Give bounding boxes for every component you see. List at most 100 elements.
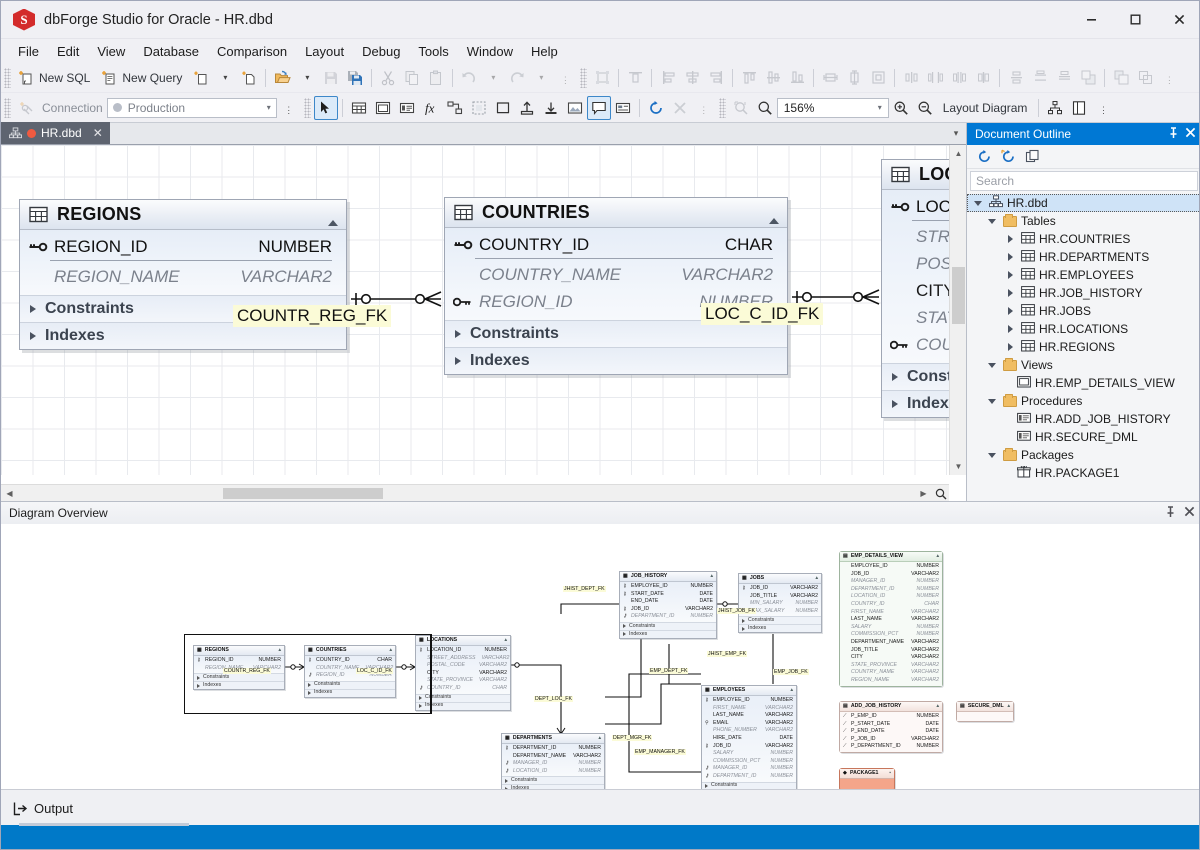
scroll-up-arrow-icon[interactable]: ▲ [950,145,966,162]
decrease-horizontal-space-button[interactable] [947,66,971,90]
minimize-button[interactable] [1069,1,1113,39]
collapse-icon[interactable]: ▴ [598,735,601,743]
tools-toolbar-grip[interactable] [303,97,311,118]
expand-arrow-icon[interactable] [1003,343,1017,351]
maximize-button[interactable] [1113,1,1157,39]
new-label-tool-button[interactable] [611,96,635,120]
output-tab[interactable]: Output [1,790,87,828]
menu-debug[interactable]: Debug [353,41,409,62]
canvas-zoom-navigator-button[interactable] [932,485,949,501]
menu-layout[interactable]: Layout [296,41,353,62]
overview-box-emp-details-view[interactable]: ▤ EMP_DETAILS_VIEW ▴ EMPLOYEE_ID NUMBER J… [839,551,943,687]
new-document-dropdown[interactable]: ▾ [213,66,237,90]
send-to-back-button[interactable] [1109,66,1133,90]
open-button[interactable] [270,66,295,90]
delete-overflow-button[interactable]: ⋮ [692,96,716,120]
align-right-button[interactable] [704,66,728,90]
new-sql-button[interactable]: New SQL [14,66,97,90]
overview-box-add-job-history[interactable]: ▤ ADD_JOB_HISTORY ▴ ⟋ P_EMP_ID NUMBER ⟋ P_S… [839,701,943,753]
page-setup-button[interactable] [1067,96,1091,120]
tree-item-hr-departments[interactable]: HR.DEPARTMENTS [967,248,1199,266]
increase-horizontal-space-button[interactable] [923,66,947,90]
align-center-horizontal-button[interactable] [680,66,704,90]
zoom-in-button[interactable] [889,96,913,120]
tree-group-views[interactable]: Views [967,356,1199,374]
collapse-toggle-countries[interactable] [769,207,779,224]
collapse-icon[interactable]: ▴ [815,575,818,583]
close-icon[interactable] [1185,127,1196,141]
align-left-button[interactable] [656,66,680,90]
tab-overflow-button[interactable]: ▾ [946,122,966,144]
tree-item-hr-secure-dml[interactable]: HR.SECURE_DML [967,428,1199,446]
same-height-button[interactable] [842,66,866,90]
menu-edit[interactable]: Edit [48,41,88,62]
tree-item-hr-employees[interactable]: HR.EMPLOYEES [967,266,1199,284]
close-icon[interactable] [1184,506,1195,520]
vertical-scroll-thumb[interactable] [952,267,965,324]
overview-box-job-history[interactable]: ▦ JOB_HISTORY ▴ ⚷ EMPLOYEE_ID NUMBER ⚷ STAR… [619,571,717,639]
overview-box-departments[interactable]: ▦ DEPARTMENTS ▴ ⚷ DEPARTMENT_ID NUMBER DEP… [501,733,605,790]
tree-item-hr-regions[interactable]: HR.REGIONS [967,338,1199,356]
save-button[interactable] [319,66,343,90]
tree-group-tables[interactable]: Tables [967,212,1199,230]
canvas-vertical-scrollbar[interactable]: ▲ ▼ [949,145,966,475]
table-header-regions[interactable]: REGIONS [20,200,346,230]
table-row[interactable]: REGION_ID NUMBER [20,233,346,260]
diagram-tree-layout-button[interactable] [1043,96,1067,120]
undo-redo-overflow[interactable]: ⋮ [553,66,577,90]
refresh-button[interactable] [644,96,668,120]
same-size-button[interactable] [866,66,890,90]
collapse-arrow-icon[interactable] [985,398,999,404]
undo-button[interactable] [457,66,481,90]
collapse-icon[interactable]: ▪ [889,770,891,778]
tree-group-procedures[interactable]: Procedures [967,392,1199,410]
collapse-icon[interactable]: ▴ [936,703,939,711]
align-middles-button[interactable] [761,66,785,90]
overview-viewport-rectangle[interactable] [184,634,431,714]
delete-button[interactable] [668,96,692,120]
tree-item-hr-add-job-history[interactable]: HR.ADD_JOB_HISTORY [967,410,1199,428]
collapse-arrow-icon[interactable] [985,362,999,368]
refresh-outline-button[interactable] [973,147,995,167]
canvas-horizontal-scrollbar[interactable]: ◀ ▶ [1,484,949,501]
overview-box-employees[interactable]: ▦ EMPLOYEES ▴ ⚷ EMPLOYEE_ID NUMBER FIRST_N… [701,685,797,790]
align-overflow-button[interactable]: ⋮ [1157,66,1181,90]
remove-horizontal-space-button[interactable] [971,66,995,90]
tree-item-hr-package1[interactable]: HR.PACKAGE1 [967,463,1199,482]
menu-comparison[interactable]: Comparison [208,41,296,62]
increase-vertical-space-button[interactable] [1028,66,1052,90]
pointer-tool-button[interactable] [313,95,338,120]
overview-box-jobs[interactable]: ▦ JOBS ▴ ⚷ JOB_ID VARCHAR2 JOB_TITLE VARCHA… [738,573,822,634]
tree-item-hr-job-history[interactable]: HR.JOB_HISTORY [967,284,1199,302]
collapse-icon[interactable]: ▴ [710,573,713,581]
bring-to-front-button[interactable] [1076,66,1100,90]
collapse-icon[interactable]: ▴ [936,553,939,561]
diagram-canvas[interactable]: REGIONS REGION_ID NUMBER REGION_NAME VAR… [1,145,966,501]
close-button[interactable] [1157,1,1199,39]
table-row[interactable]: REGION_NAME VARCHAR2 [20,263,346,290]
document-tab-close-icon[interactable]: ✕ [93,126,103,140]
new-procedure-tool-button[interactable] [395,96,419,120]
pin-icon[interactable] [1168,126,1179,142]
new-function-tool-button[interactable]: fx [419,96,443,120]
collapse-arrow-icon[interactable] [985,218,999,224]
scroll-down-arrow-icon[interactable]: ▼ [950,458,966,475]
new-query-button[interactable]: New Query [97,66,189,90]
space-horizontally-button[interactable] [899,66,923,90]
layout-diagram-button[interactable]: Layout Diagram [937,96,1035,120]
menu-window[interactable]: Window [458,41,522,62]
diagram-table-regions[interactable]: REGIONS REGION_ID NUMBER REGION_NAME VAR… [19,199,347,350]
cut-button[interactable] [376,66,400,90]
menu-help[interactable]: Help [522,41,567,62]
overview-box-secure-dml[interactable]: ▤ SECURE_DML ▴ [956,701,1014,722]
zoom-to-selection-button[interactable] [729,96,753,120]
new-container-tool-button[interactable] [467,96,491,120]
decrease-vertical-space-button[interactable] [1052,66,1076,90]
select-all-shapes-button[interactable] [590,66,614,90]
overview-box-package1[interactable]: ◆ PACKAGE1 ▪ [839,768,895,790]
tree-item-hr-locations[interactable]: HR.LOCATIONS [967,320,1199,338]
connection-overflow-button[interactable]: ⋮ [277,96,301,120]
menu-view[interactable]: View [88,41,134,62]
zoom-level-combo[interactable]: 156% ▾ [776,97,889,118]
expand-arrow-icon[interactable] [1003,289,1017,297]
